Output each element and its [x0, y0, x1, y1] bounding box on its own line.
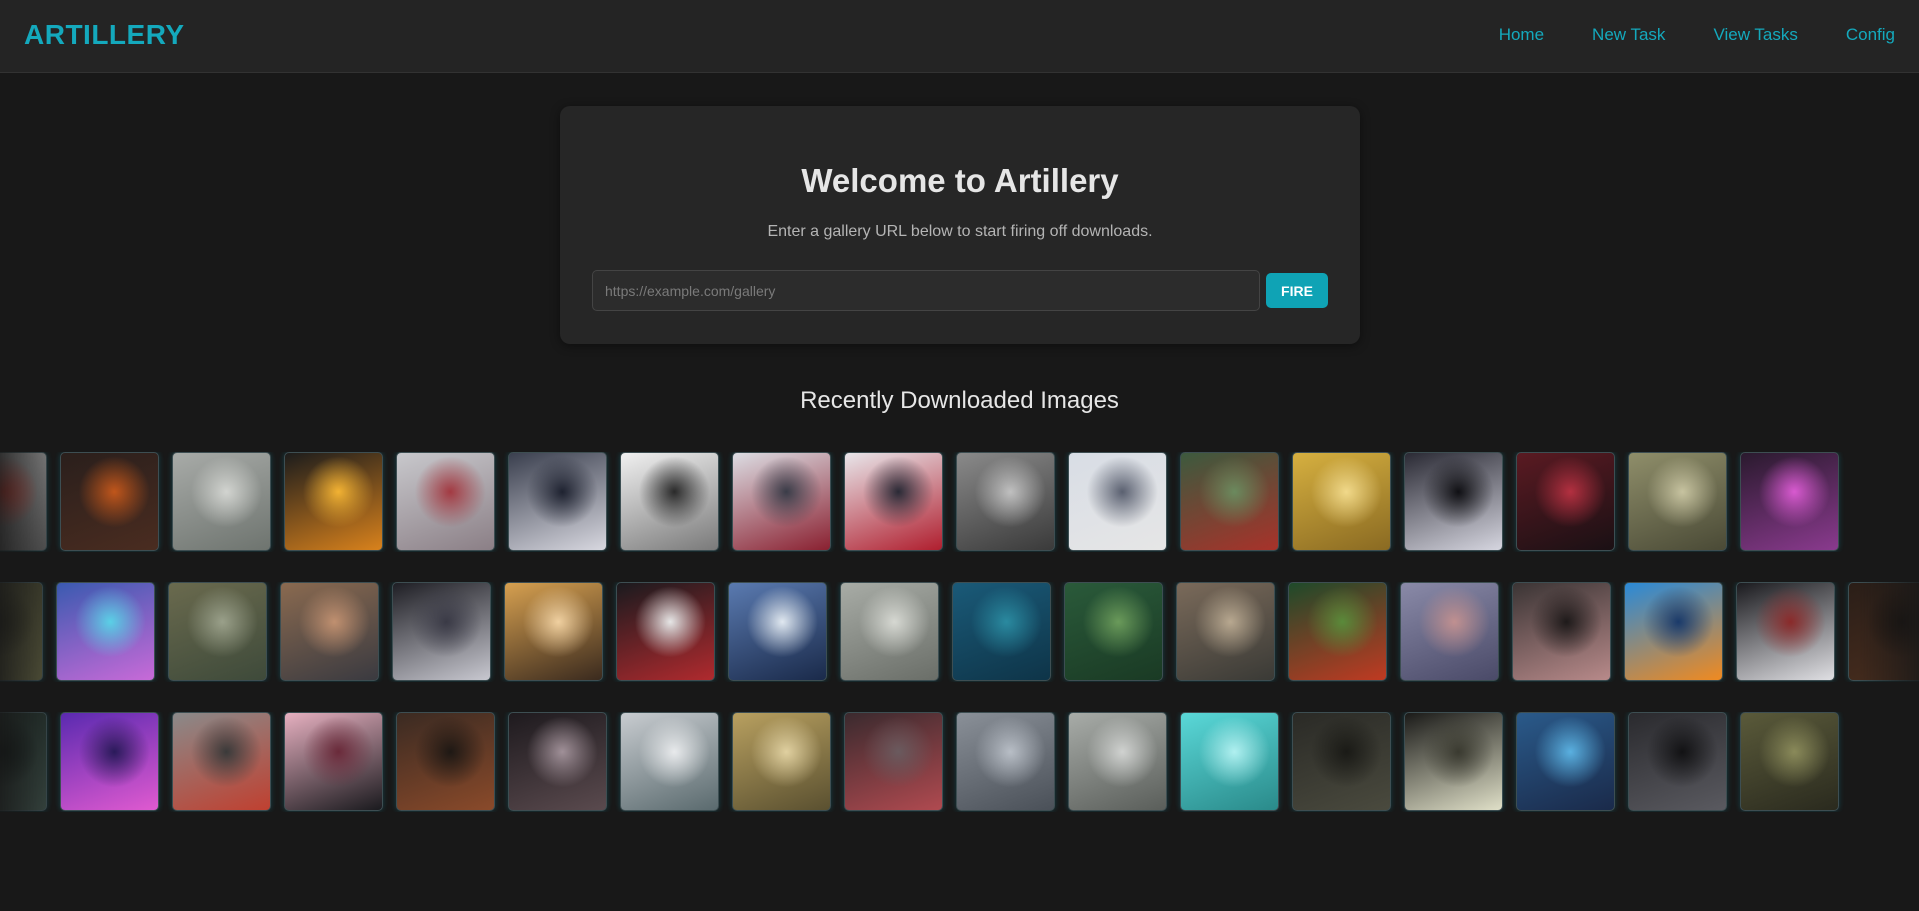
- gallery-thumbnail[interactable]: [728, 582, 827, 681]
- gallery-thumbnail[interactable]: [396, 712, 495, 811]
- gallery-thumbnail[interactable]: [0, 712, 47, 811]
- gallery-thumbnail[interactable]: [1516, 452, 1615, 551]
- gallery-row-1: [0, 452, 1919, 552]
- gallery-thumbnail[interactable]: [732, 452, 831, 551]
- gallery-thumbnail[interactable]: [952, 582, 1051, 681]
- gallery-thumbnail[interactable]: [1400, 582, 1499, 681]
- gallery-row-3: [0, 712, 1919, 812]
- gallery-thumbnail[interactable]: [1180, 452, 1279, 551]
- gallery-thumbnail[interactable]: [956, 712, 1055, 811]
- welcome-card: Welcome to Artillery Enter a gallery URL…: [560, 106, 1360, 344]
- gallery-thumbnail[interactable]: [280, 582, 379, 681]
- gallery-thumbnail[interactable]: [396, 452, 495, 551]
- gallery-thumbnail[interactable]: [732, 712, 831, 811]
- gallery-url-input[interactable]: [592, 270, 1260, 311]
- gallery-thumbnail[interactable]: [172, 452, 271, 551]
- gallery-thumbnail[interactable]: [1512, 582, 1611, 681]
- gallery-thumbnail[interactable]: [616, 582, 715, 681]
- gallery-thumbnail[interactable]: [1736, 582, 1835, 681]
- gallery-thumbnail[interactable]: [60, 712, 159, 811]
- gallery-thumbnail[interactable]: [1624, 582, 1723, 681]
- nav-new-task[interactable]: New Task: [1592, 25, 1665, 45]
- gallery-thumbnail[interactable]: [1516, 712, 1615, 811]
- gallery-thumbnail[interactable]: [844, 452, 943, 551]
- gallery-thumbnail[interactable]: [172, 712, 271, 811]
- recent-images-title: Recently Downloaded Images: [800, 387, 1119, 414]
- gallery-thumbnail[interactable]: [1404, 452, 1503, 551]
- page-subtitle: Enter a gallery URL below to start firin…: [767, 223, 1153, 240]
- gallery-thumbnail[interactable]: [1404, 712, 1503, 811]
- gallery-thumbnail[interactable]: [1068, 712, 1167, 811]
- gallery-thumbnail[interactable]: [0, 452, 47, 551]
- gallery-thumbnail[interactable]: [1740, 452, 1839, 551]
- gallery-thumbnail[interactable]: [1288, 582, 1387, 681]
- gallery-thumbnail[interactable]: [1068, 452, 1167, 551]
- gallery-row-2: [0, 582, 1919, 682]
- gallery-thumbnail[interactable]: [1848, 582, 1919, 681]
- page-title: Welcome to Artillery: [801, 162, 1119, 199]
- gallery-thumbnail[interactable]: [840, 582, 939, 681]
- gallery-thumbnail[interactable]: [0, 582, 43, 681]
- gallery-thumbnail[interactable]: [284, 452, 383, 551]
- gallery-thumbnail[interactable]: [620, 712, 719, 811]
- gallery-thumbnail[interactable]: [60, 452, 159, 551]
- gallery-thumbnail[interactable]: [508, 712, 607, 811]
- gallery-thumbnail[interactable]: [508, 452, 607, 551]
- gallery-thumbnail[interactable]: [1740, 712, 1839, 811]
- gallery-thumbnail[interactable]: [620, 452, 719, 551]
- gallery-thumbnail[interactable]: [392, 582, 491, 681]
- gallery-thumbnail[interactable]: [1628, 712, 1727, 811]
- main-nav: Home New Task View Tasks Config: [1499, 25, 1895, 45]
- gallery-thumbnail[interactable]: [844, 712, 943, 811]
- gallery-thumbnail[interactable]: [284, 712, 383, 811]
- nav-view-tasks[interactable]: View Tasks: [1713, 25, 1797, 45]
- gallery-thumbnail[interactable]: [956, 452, 1055, 551]
- nav-home[interactable]: Home: [1499, 25, 1544, 45]
- gallery-thumbnail[interactable]: [1628, 452, 1727, 551]
- gallery-thumbnail[interactable]: [1180, 712, 1279, 811]
- gallery-thumbnail[interactable]: [1292, 712, 1391, 811]
- gallery-thumbnail[interactable]: [1176, 582, 1275, 681]
- gallery-thumbnail[interactable]: [168, 582, 267, 681]
- nav-config[interactable]: Config: [1846, 25, 1895, 45]
- fire-button[interactable]: FIRE: [1266, 273, 1328, 308]
- gallery-thumbnail[interactable]: [504, 582, 603, 681]
- gallery-thumbnail[interactable]: [56, 582, 155, 681]
- brand-logo[interactable]: ARTILLERY: [24, 19, 185, 51]
- gallery-thumbnail[interactable]: [1064, 582, 1163, 681]
- gallery-thumbnail[interactable]: [1292, 452, 1391, 551]
- top-navbar: ARTILLERY Home New Task View Tasks Confi…: [0, 0, 1919, 73]
